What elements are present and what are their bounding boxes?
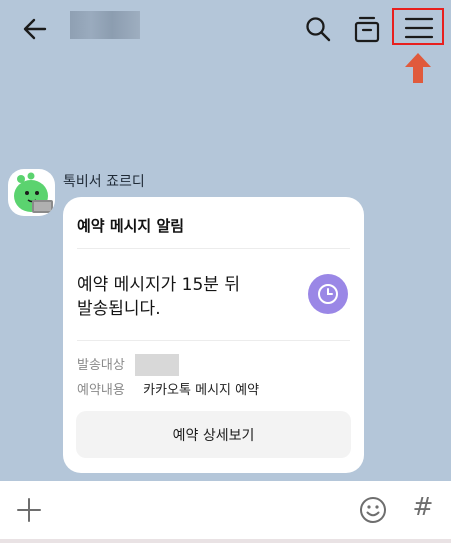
plus-icon[interactable] [14,495,44,525]
search-icon[interactable] [303,14,333,44]
recipient-value-redacted [135,354,179,376]
back-arrow-icon[interactable] [20,14,50,44]
message-composer: # [0,481,451,543]
content-value: 카카오톡 메시지 예약 [143,383,260,398]
content-row: 예약내용 카카오톡 메시지 예약 [77,379,259,398]
recipient-label: 발송대상 [77,358,125,373]
reservation-detail-button[interactable]: 예약 상세보기 [76,411,351,458]
avatar[interactable] [8,169,55,216]
jordy-character-icon [14,172,53,213]
chat-room-title-redacted [70,11,140,39]
card-title: 예약 메시지 알림 [77,217,185,235]
bottom-edge [0,539,451,543]
sender-name: 톡비서 죠르디 [63,174,145,190]
chat-header [0,0,451,83]
card-message: 예약 메시지가 15분 뒤 발송됩니다. [77,275,240,319]
recipient-row: 발송대상 [77,354,139,373]
divider [77,248,350,249]
pointer-arrow-up-icon [405,53,431,83]
reservation-message-card: 예약 메시지 알림 예약 메시지가 15분 뒤 발송됩니다. 발송대상 예약내용… [63,197,364,473]
clock-icon [318,284,338,304]
chat-drawer-icon[interactable] [352,13,382,45]
content-label: 예약내용 [77,383,125,398]
divider [77,340,350,341]
hamburger-menu-icon[interactable] [404,14,434,42]
hash-icon[interactable]: # [407,492,439,521]
emoji-icon[interactable] [357,494,389,526]
clock-badge [308,274,348,314]
